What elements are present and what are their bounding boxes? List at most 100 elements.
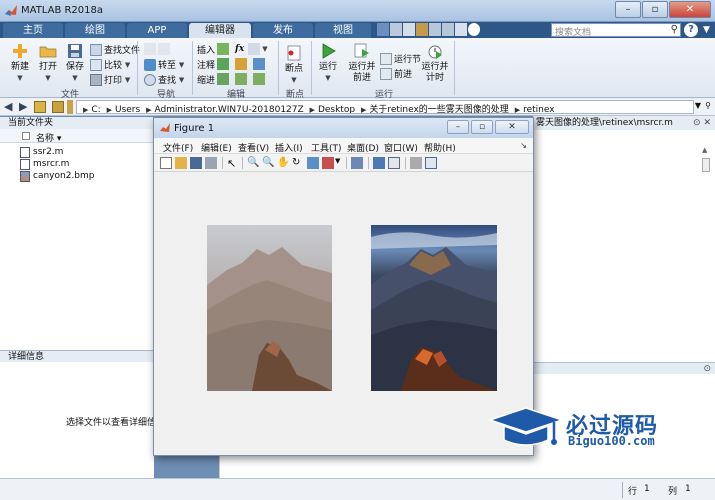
file-item[interactable]: msrcr.m xyxy=(20,158,69,170)
tab-view[interactable]: 视图 xyxy=(315,23,371,38)
figure-minimize-button[interactable]: – xyxy=(447,120,469,134)
tab-editor[interactable]: 编辑器 xyxy=(189,23,251,38)
tab-home[interactable]: 主页 xyxy=(3,23,63,38)
open-file-icon[interactable] xyxy=(175,157,187,169)
figure-close-button[interactable]: ✕ xyxy=(495,120,529,134)
find-button[interactable]: 查找 ▼ xyxy=(144,73,184,86)
compare-button[interactable]: 比较 ▼ xyxy=(90,58,130,71)
path-dropdown-icon[interactable]: ▼ xyxy=(695,101,701,110)
menu-window[interactable]: 窗口(W) xyxy=(384,141,418,154)
path-segment[interactable]: C: xyxy=(91,105,100,113)
redo-icon[interactable] xyxy=(442,23,454,36)
tab-publish[interactable]: 发布 xyxy=(253,23,313,38)
indent-button[interactable]: 缩进 xyxy=(197,73,215,86)
up-folder-icon[interactable] xyxy=(34,101,46,113)
menu-edit[interactable]: 编辑(E) xyxy=(201,141,232,154)
search-icon[interactable]: ⚲ xyxy=(671,24,678,35)
find-files-button[interactable]: 查找文件 xyxy=(90,43,140,56)
advance-button[interactable]: 前进 xyxy=(380,67,412,80)
show-plot-tools-icon[interactable] xyxy=(425,157,437,169)
print-figure-icon[interactable] xyxy=(205,157,217,169)
insert-menu-icon[interactable] xyxy=(248,43,261,55)
new-button[interactable]: 新建 ▼ xyxy=(8,42,32,84)
run-and-advance-button[interactable]: 运行并 前进 xyxy=(346,42,378,84)
dock-arrow-icon[interactable]: ↘ xyxy=(520,141,527,150)
forward-icon[interactable]: ▶ xyxy=(19,100,27,113)
data-cursor-icon[interactable] xyxy=(307,157,319,169)
menu-desktop[interactable]: 桌面(D) xyxy=(347,141,379,154)
decrease-indent-icon[interactable] xyxy=(253,73,265,85)
scroll-up-icon[interactable]: ▲ xyxy=(702,146,707,154)
current-folder-path[interactable]: ▶ C: ▶ Users ▶ Administrator.WIN7U-20180127… xyxy=(76,100,694,114)
run-and-time-button[interactable]: 运行并 计时 xyxy=(419,42,451,84)
zoom-in-icon[interactable]: 🔍 xyxy=(247,157,259,169)
link-plot-icon[interactable] xyxy=(351,157,363,169)
wrap-comments-icon[interactable] xyxy=(253,58,265,70)
zoom-out-icon[interactable]: 🔍 xyxy=(262,157,274,169)
breakpoints-button[interactable]: 断点 ▼ xyxy=(281,44,307,86)
open-button[interactable]: 打开 ▼ xyxy=(36,42,60,84)
save-figure-icon[interactable] xyxy=(190,157,202,169)
save-icon[interactable] xyxy=(377,23,389,36)
select-all-checkbox[interactable] xyxy=(22,132,30,140)
help-icon[interactable] xyxy=(468,23,480,36)
back-icon[interactable]: ◀ xyxy=(4,100,12,113)
panel-close-icon[interactable]: ✕ xyxy=(703,118,711,128)
path-segment[interactable]: 关于retinex的一些雾天图像的处理 xyxy=(369,105,508,113)
legend-icon[interactable] xyxy=(388,157,400,169)
scroll-thumb[interactable] xyxy=(702,158,710,172)
insert-button[interactable]: 插入 xyxy=(197,43,215,56)
menu-tools[interactable]: 工具(T) xyxy=(311,141,342,154)
menu-file[interactable]: 文件(F) xyxy=(163,141,193,154)
new-figure-icon[interactable] xyxy=(160,157,172,169)
tab-plots[interactable]: 绘图 xyxy=(65,23,125,38)
brush-icon[interactable] xyxy=(322,157,334,169)
editor-scrollbar[interactable]: ▲ xyxy=(701,146,711,466)
increase-indent-icon[interactable] xyxy=(235,73,247,85)
switch-windows-icon[interactable] xyxy=(455,23,467,36)
panel-menu-icon[interactable]: ⊙ xyxy=(703,364,711,374)
rotate-3d-icon[interactable]: ↻ xyxy=(292,157,304,169)
search-folder-icon[interactable]: ⚲ xyxy=(705,101,711,110)
file-item[interactable]: canyon2.bmp xyxy=(20,170,94,182)
save-button[interactable]: 保存 ▼ xyxy=(63,42,87,84)
browse-folder-icon[interactable] xyxy=(52,101,64,113)
percent-icon[interactable] xyxy=(235,58,247,70)
run-section-button[interactable]: 运行节 xyxy=(380,52,421,65)
paste-icon[interactable] xyxy=(416,23,428,36)
fx-icon[interactable]: fx xyxy=(235,44,244,54)
path-segment[interactable]: retinex xyxy=(523,105,554,113)
menu-insert[interactable]: 插入(I) xyxy=(275,141,303,154)
pointer-icon[interactable]: ↖ xyxy=(227,157,239,170)
search-documentation-input[interactable]: 搜索文档 ⚲ xyxy=(551,23,681,38)
figure-canvas[interactable] xyxy=(154,173,533,455)
path-segment[interactable]: Desktop xyxy=(318,105,355,113)
file-item[interactable]: ssr2.m xyxy=(20,146,63,158)
smart-indent-icon[interactable] xyxy=(217,73,229,85)
collapse-ribbon-icon[interactable]: ▼ xyxy=(703,25,710,35)
insert-section-icon[interactable] xyxy=(217,43,229,55)
print-button[interactable]: 打印 ▼ xyxy=(90,73,130,86)
menu-view[interactable]: 查看(V) xyxy=(238,141,269,154)
name-column-header[interactable]: 名称 ▾ xyxy=(36,131,61,144)
figure-maximize-button[interactable]: ▫ xyxy=(471,120,493,134)
cut-icon[interactable] xyxy=(390,23,402,36)
tab-apps[interactable]: APP xyxy=(127,23,187,38)
command-window-area[interactable] xyxy=(219,456,533,478)
copy-icon[interactable] xyxy=(403,23,415,36)
pan-hand-icon[interactable]: ✋ xyxy=(277,157,289,169)
colorbar-icon[interactable] xyxy=(373,157,385,169)
path-segment[interactable]: Users xyxy=(115,105,140,113)
panel-menu-icon[interactable]: ⊙ xyxy=(693,118,701,128)
run-button[interactable]: 运行 ▼ xyxy=(316,42,340,84)
undo-icon[interactable] xyxy=(429,23,441,36)
menu-help[interactable]: 帮助(H) xyxy=(424,141,456,154)
comment-button[interactable]: 注释 xyxy=(197,58,215,71)
hide-plot-tools-icon[interactable] xyxy=(410,157,422,169)
help-question-icon[interactable]: ? xyxy=(684,23,698,37)
maximize-button[interactable]: ▫ xyxy=(642,1,668,18)
comment-icon[interactable] xyxy=(217,58,229,70)
close-button[interactable]: ✕ xyxy=(669,1,711,18)
goto-button[interactable]: 转至 ▼ xyxy=(144,58,184,71)
minimize-button[interactable]: – xyxy=(615,1,641,18)
